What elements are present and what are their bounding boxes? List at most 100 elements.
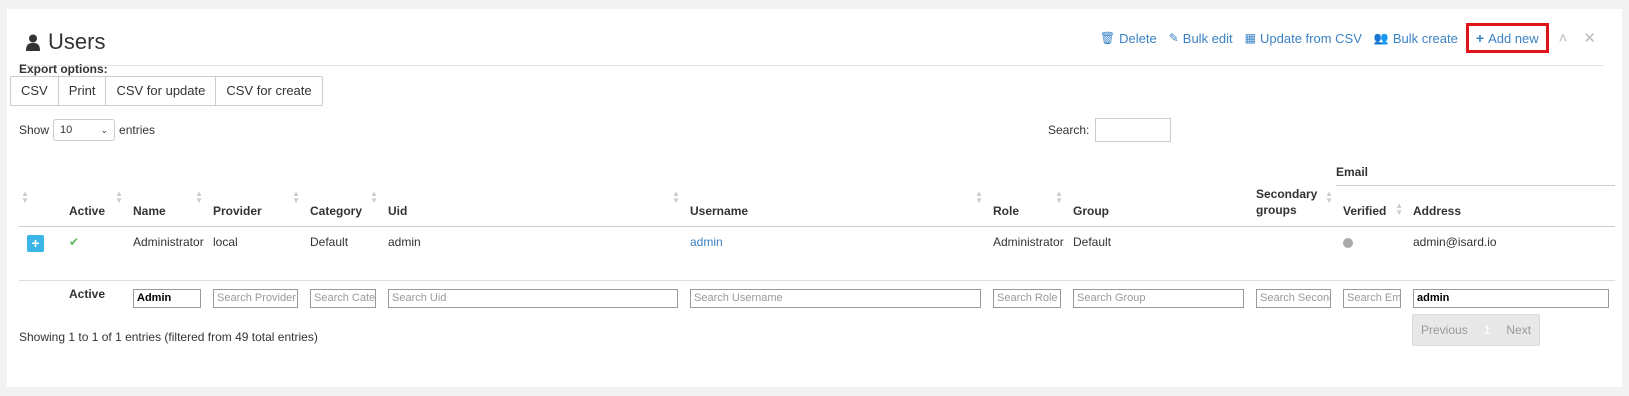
column-email-address[interactable]: Address [1407, 160, 1615, 227]
show-label: Show [19, 123, 50, 137]
column-uid[interactable]: Uid ▲ ▼ [382, 160, 684, 227]
collapse-icon[interactable]: ˄ [1551, 30, 1576, 47]
export-print-button[interactable]: Print [57, 76, 107, 106]
search-label: Search: [1048, 123, 1090, 137]
table-icon: ▦ [1244, 31, 1256, 45]
active-cell: ✔ [63, 226, 127, 281]
header-verified-label: Verified [1343, 203, 1387, 218]
previous-button[interactable]: Previous [1413, 323, 1476, 337]
filter-provider-input[interactable]: Search Provider [213, 288, 298, 308]
users-table: ▲ ▼ Active ▲ ▼ Name ▲ ▼ Provider ▲ ▼ Category ▲ ▼… [19, 160, 1615, 321]
column-secondary-groups[interactable]: Secondary groups ▲ ▼ [1250, 160, 1337, 227]
filter-category-input[interactable]: Search Category [310, 288, 376, 308]
group-cell: Default [1067, 226, 1250, 281]
sort-icon: ▲ ▼ [975, 188, 983, 205]
chevron-down-icon: ⌄ [100, 124, 109, 135]
column-username[interactable]: Username ▲ ▼ [684, 160, 987, 227]
export-button-group: CSV Print CSV for update CSV for create [10, 76, 323, 106]
sort-icon: ▲ ▼ [1055, 188, 1063, 205]
sort-icon: ▲ ▼ [672, 188, 680, 205]
expand-cell[interactable]: + [19, 226, 63, 281]
filter-username-input[interactable]: Search Username [690, 288, 981, 308]
sort-icon: ▲ ▼ [292, 188, 300, 205]
role-cell: Administrator [987, 226, 1067, 281]
unverified-dot-icon [1343, 237, 1353, 248]
toolbar: 🗑 Delete ✎ Bulk edit ▦ Update from CSV 👥… [1094, 23, 1604, 53]
verified-cell [1337, 226, 1407, 281]
filter-active-label: Active [69, 286, 106, 301]
category-cell: Default [304, 226, 382, 281]
header-uid-label: Uid [388, 203, 408, 218]
filter-group-input[interactable]: Search Group [1073, 288, 1244, 308]
sort-icon: ▲ ▼ [21, 188, 29, 205]
username-link[interactable]: admin [690, 235, 723, 249]
header-secondary-label: Secondary groups [1256, 186, 1318, 217]
sort-icon: ▲ ▼ [115, 188, 123, 205]
bulk-edit-button[interactable]: ✎ Bulk edit [1163, 25, 1239, 51]
bulk-edit-label: Bulk edit [1182, 30, 1233, 46]
filter-name-input[interactable]: Admin [133, 288, 201, 308]
column-name[interactable]: Name ▲ ▼ [127, 160, 207, 227]
sort-icon: ▲ ▼ [195, 188, 203, 205]
filter-role-input[interactable]: Search Role [993, 288, 1061, 308]
page-title-text: Users [48, 29, 106, 54]
panel-header: Users 🗑 Delete ✎ Bulk edit ▦ Update from… [20, 19, 1604, 66]
entries-label: entries [119, 123, 156, 137]
name-cell: Administrator [127, 226, 207, 281]
column-provider[interactable]: Provider ▲ ▼ [207, 160, 304, 227]
export-csv-create-button[interactable]: CSV for create [215, 76, 323, 106]
filter-address-input[interactable]: admin [1413, 288, 1609, 308]
table-row[interactable]: + ✔ Administrator local Default admin ad… [19, 226, 1615, 281]
add-new-button[interactable]: + Add new [1465, 23, 1549, 53]
address-cell: admin@isard.io [1407, 226, 1615, 281]
pencil-icon: ✎ [1168, 31, 1179, 45]
check-icon: ✔ [69, 234, 80, 249]
page-1-button[interactable]: 1 [1476, 323, 1499, 337]
user-icon [26, 34, 40, 51]
column-category[interactable]: Category ▲ ▼ [304, 160, 382, 227]
page-title: Users [26, 29, 105, 55]
bulk-create-button[interactable]: 👥 Bulk create [1368, 25, 1464, 51]
header-address-label: Address [1413, 203, 1462, 218]
export-csv-button[interactable]: CSV [10, 76, 59, 106]
delete-button[interactable]: 🗑 Delete [1094, 25, 1163, 51]
filter-uid-input[interactable]: Search Uid [388, 288, 678, 308]
expand-column-header[interactable]: ▲ ▼ [19, 160, 63, 227]
header-username-label: Username [690, 203, 749, 218]
header-name-label: Name [133, 203, 166, 218]
column-role[interactable]: Role ▲ ▼ [987, 160, 1067, 227]
update-from-csv-button[interactable]: ▦ Update from CSV [1239, 25, 1368, 51]
plus-icon: + [1475, 30, 1485, 46]
delete-label: Delete [1119, 30, 1157, 46]
sort-icon: ▲ ▼ [1395, 200, 1403, 217]
table-search: Search: [1048, 118, 1172, 142]
header-active-label: Active [69, 203, 106, 218]
filter-row: Active Admin Search Provider Search Cate… [19, 280, 1615, 321]
secondary-groups-cell [1250, 226, 1337, 281]
header-group-label: Group [1073, 203, 1109, 218]
header-role-label: Role [993, 203, 1020, 218]
filter-verified-input[interactable]: Search Email verified [1343, 288, 1401, 308]
page-length: Show 10 ⌄ entries [19, 119, 155, 141]
search-input[interactable] [1095, 118, 1172, 142]
column-email-verified[interactable]: Verified ▲ ▼ [1337, 160, 1407, 227]
sort-icon: ▲ ▼ [1325, 188, 1333, 205]
header-provider-label: Provider [213, 203, 262, 218]
column-active[interactable]: Active ▲ ▼ [63, 160, 127, 227]
uid-cell: admin [382, 226, 684, 281]
export-csv-update-button[interactable]: CSV for update [105, 76, 217, 106]
sort-icon: ▲ ▼ [370, 188, 378, 205]
expand-plus-icon[interactable]: + [27, 234, 44, 252]
table-info: Showing 1 to 1 of 1 entries (filtered fr… [19, 330, 318, 344]
username-cell[interactable]: admin [684, 226, 987, 281]
column-group[interactable]: Group [1067, 160, 1250, 227]
page-length-value: 10 [60, 124, 73, 136]
next-button[interactable]: Next [1498, 323, 1539, 337]
close-icon[interactable]: ✕ [1575, 29, 1604, 47]
update-csv-label: Update from CSV [1260, 30, 1362, 46]
filter-secondary-groups-input[interactable]: Search Secondary groups [1256, 288, 1331, 308]
export-options-label: Export options: [19, 62, 108, 76]
header-category-label: Category [310, 203, 363, 218]
page-length-select[interactable]: 10 ⌄ [53, 119, 116, 141]
add-new-label: Add new [1488, 30, 1539, 46]
